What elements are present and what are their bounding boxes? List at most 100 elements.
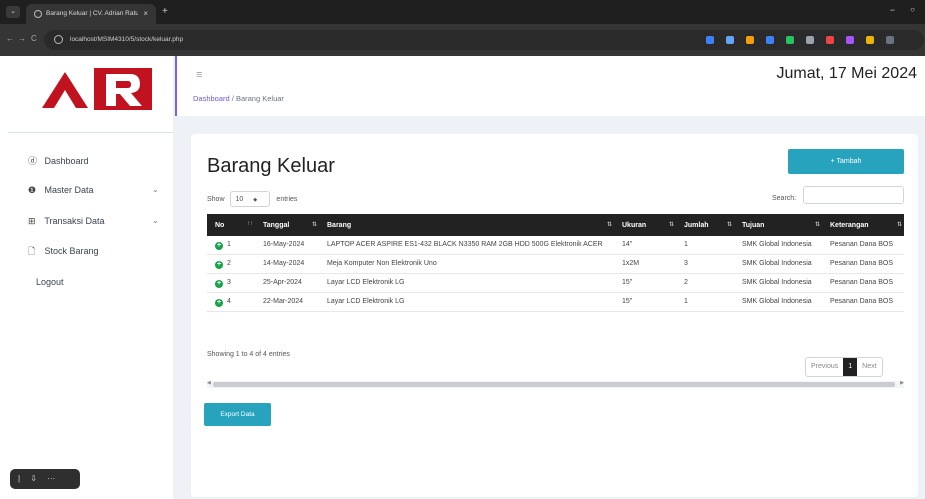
cell-tanggal: 16-May-2024 [255,236,319,255]
browser-extension-icon[interactable] [826,36,834,44]
pagination: Previous 1 Next [805,357,883,377]
column-header-tujuan[interactable]: Tujuan ⇅ [734,214,822,236]
sort-asc-icon: ↑↑ [247,221,253,227]
cell-no: +3 [207,273,255,293]
browser-extension-icon[interactable] [806,36,814,44]
tab-close-icon[interactable]: × [143,9,148,19]
cell-barang: Layar LCD Elektronik LG [319,292,614,312]
browser-extension-icon[interactable] [866,36,874,44]
sidebar: ⓓ Dashboard ❶ Master Data ⌄ ⊞ Transaksi … [0,56,173,499]
column-header-jumlah[interactable]: Jumlah ⇅ [676,214,734,236]
scrollbar-thumb[interactable] [213,382,895,387]
sidebar-divider [8,132,173,133]
expand-row-icon[interactable]: + [215,242,223,250]
tab-title: Barang Keluar | CV. Adrian Ratu [46,10,138,17]
chevron-down-icon: ⌄ [152,185,159,194]
browser-extension-icon[interactable] [786,36,794,44]
minimize-button[interactable]: − [890,5,895,15]
column-header-tanggal[interactable]: Tanggal ⇅ [255,214,319,236]
browser-extension-icon[interactable] [746,36,754,44]
ar-logo [30,62,156,112]
export-data-button[interactable]: Export Data [204,403,271,426]
expand-row-icon[interactable]: + [215,280,223,288]
back-icon[interactable]: ← [6,34,14,44]
forward-icon[interactable]: → [18,34,26,44]
cell-tujuan: SMK Global Indonesia [734,254,822,274]
globe-icon [34,10,42,18]
topbar: ≡ Jumat, 17 Mei 2024 Dashboard / Barang … [175,56,925,116]
new-tab-button[interactable]: + [162,6,168,18]
current-date: Jumat, 17 Mei 2024 [776,65,917,82]
cell-keterangan: Pesanan Dana BOS [822,273,904,293]
site-info-icon[interactable] [54,35,63,44]
cell-tanggal: 22-Mar-2024 [255,292,319,312]
table-row: +3 25-Apr-2024 Layar LCD Elektronik LG 1… [207,273,904,293]
add-button[interactable]: + Tambah [788,149,904,174]
sidebar-item-transaksi-data[interactable]: ⊞ Transaksi Data ⌄ [28,213,159,229]
expand-row-icon[interactable]: + [215,261,223,269]
column-header-ukuran[interactable]: Ukuran ⇅ [614,214,676,236]
dashboard-icon: ⓓ [28,156,38,166]
browser-nav-bar: ← → C localhost/MSIM4310/5/stock/keluar.… [0,24,925,56]
sidebar-item-label: Dashboard [44,156,89,166]
browser-extension-icon[interactable] [846,36,854,44]
barang-keluar-table: No ↑↑ Tanggal ⇅ Barang ⇅ Ukuran ⇅ Jumlah ⇅ Tu… [207,214,904,312]
page-length-control: Show 10 ◆ entries [207,191,297,208]
app-page: ⓓ Dashboard ❶ Master Data ⌄ ⊞ Transaksi … [0,56,925,499]
cell-no: +1 [207,236,255,255]
browser-extension-icon[interactable] [886,36,894,44]
sort-icon: ⇅ [668,222,674,228]
sort-icon: ⇅ [896,222,902,228]
cell-keterangan: Pesanan Dana BOS [822,236,904,255]
cell-tanggal: 14-May-2024 [255,254,319,274]
search-input[interactable] [803,186,904,204]
table-info: Showing 1 to 4 of 4 entries [207,351,290,358]
info-icon: ❶ [28,185,37,195]
sidebar-item-dashboard[interactable]: ⓓ Dashboard [28,153,89,169]
sidebar-item-label: Stock Barang [44,246,99,256]
browser-extension-icon[interactable] [706,36,714,44]
cell-jumlah: 1 [676,236,734,255]
document-icon: 🗋 [28,246,36,256]
browser-tab-bar: ⌄ Barang Keluar | CV. Adrian Ratu × + − … [0,0,925,24]
sidebar-item-master-data[interactable]: ❶ Master Data ⌄ [28,182,159,198]
cell-keterangan: Pesanan Dana BOS [822,254,904,274]
browser-tab[interactable]: Barang Keluar | CV. Adrian Ratu × [26,4,156,24]
tab-menu-button[interactable]: ⌄ [6,6,20,18]
select-arrow-icon: ◆ [253,197,258,203]
cell-barang: LAPTOP ACER ASPIRE ES1-432 BLACK N3350 R… [319,236,614,255]
restore-button[interactable]: ○ [910,5,915,14]
previous-page-button[interactable]: Previous [806,358,843,376]
breadcrumb-dashboard-link[interactable]: Dashboard [193,94,230,103]
table-header-row: No ↑↑ Tanggal ⇅ Barang ⇅ Ukuran ⇅ Jumlah ⇅ Tu… [207,214,904,236]
column-header-barang[interactable]: Barang ⇅ [319,214,614,236]
hamburger-icon[interactable]: ≡ [196,70,202,81]
cell-ukuran: 15" [614,292,676,312]
cell-jumlah: 1 [676,292,734,312]
floating-toolbar[interactable]: | ⇩ ··· [10,469,80,489]
expand-row-icon[interactable]: + [215,299,223,307]
cell-tujuan: SMK Global Indonesia [734,236,822,255]
page-title: Barang Keluar [207,155,335,177]
cell-ukuran: 14" [614,236,676,255]
horizontal-scrollbar[interactable]: ◀ ▶ [207,380,904,388]
next-page-button[interactable]: Next [857,358,881,376]
cell-ukuran: 1x2M [614,254,676,274]
page-length-select[interactable]: 10 ◆ [230,191,271,207]
column-header-no[interactable]: No ↑↑ [207,214,255,236]
sidebar-item-stock-barang[interactable]: 🗋 Stock Barang [28,243,99,259]
chevron-down-icon: ⌄ [152,216,159,225]
cell-no: +2 [207,254,255,274]
barang-keluar-card: Barang Keluar + Tambah Show 10 ◆ entries… [191,134,918,497]
scroll-left-icon[interactable]: ◀ [207,380,211,386]
scroll-right-icon[interactable]: ▶ [900,380,904,386]
table-row: +4 22-Mar-2024 Layar LCD Elektronik LG 1… [207,292,904,312]
browser-extension-icon[interactable] [766,36,774,44]
sidebar-item-logout[interactable]: Logout [36,274,64,290]
column-header-keterangan[interactable]: Keterangan ⇅ [822,214,904,236]
page-1-button[interactable]: 1 [843,358,858,376]
reload-icon[interactable]: C [31,34,37,44]
browser-extension-icon[interactable] [726,36,734,44]
cell-barang: Meja Komputer Non Elektronik Uno [319,254,614,274]
sort-icon: ⇅ [726,222,732,228]
